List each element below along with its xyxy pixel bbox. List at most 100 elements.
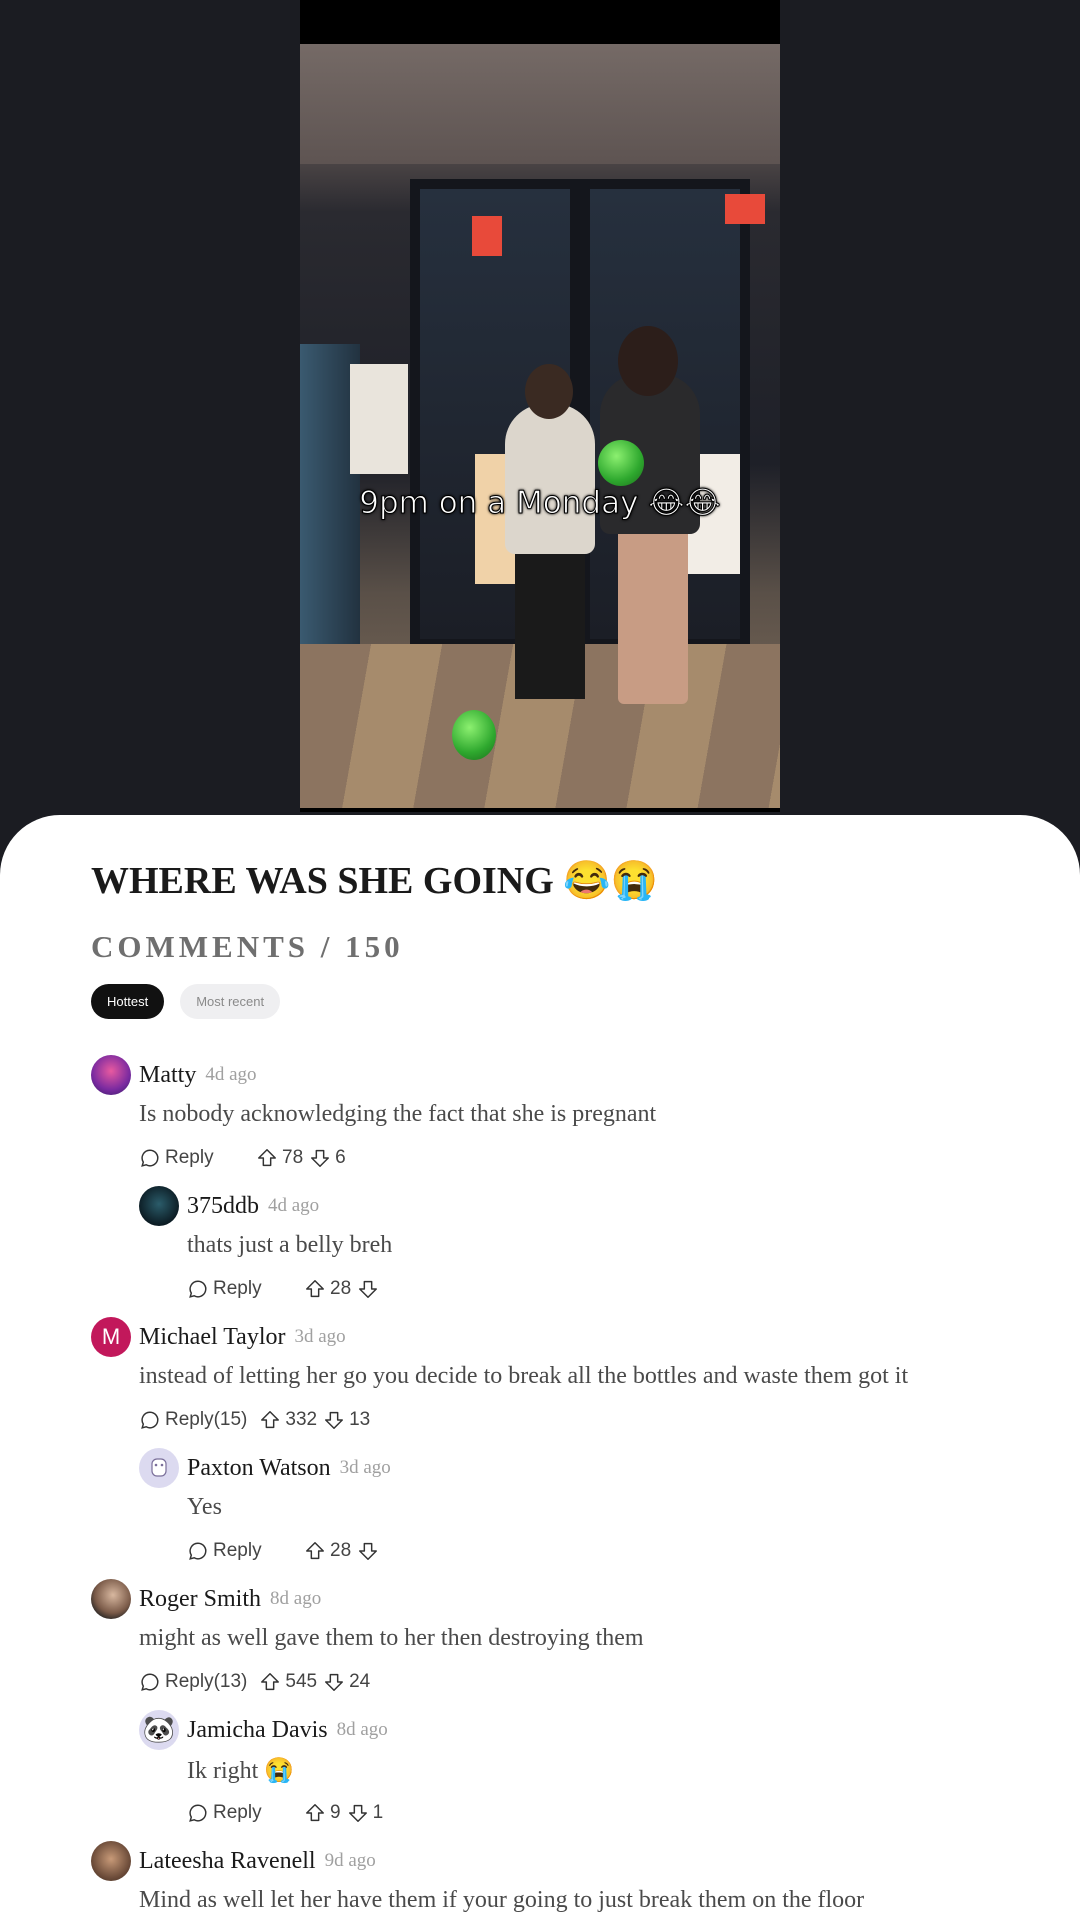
comment-actions: Reply 28 <box>187 1538 383 1564</box>
comment-text: instead of letting her go you decide to … <box>139 1363 909 1389</box>
downvote-arrow-icon <box>359 1280 378 1298</box>
downvote-count: 6 <box>335 1147 346 1168</box>
downvote-button[interactable]: 24 <box>323 1671 370 1693</box>
comment-text: Mind as well let her have them if your g… <box>139 1887 865 1913</box>
downvote-arrow-icon <box>325 1673 344 1691</box>
downvote-arrow-icon <box>311 1149 330 1167</box>
downvote-count: 1 <box>372 1802 384 1823</box>
upvote-arrow-icon <box>306 1804 324 1822</box>
comment-header: 🐼 Jamicha Davis 8d ago <box>139 1710 388 1750</box>
video-caption: 9pm on a Monday 😂😂 <box>359 485 721 522</box>
downvote-arrow-icon <box>359 1542 378 1560</box>
downvote-button[interactable]: 13 <box>323 1409 370 1431</box>
upvote-button[interactable]: 9 <box>304 1802 347 1824</box>
downvote-button[interactable] <box>357 1278 383 1300</box>
upvote-arrow-icon <box>258 1149 276 1167</box>
comment-actions: Reply 9 1 <box>187 1800 383 1826</box>
comment-actions: Reply(15) 332 13 <box>139 1407 370 1433</box>
comment-text: might as well gave them to her then dest… <box>139 1625 644 1651</box>
comment-actions: Reply(13) 545 24 <box>139 1669 370 1695</box>
comment-time: 9d ago <box>324 1850 376 1871</box>
panda-avatar-icon[interactable]: 🐼 <box>139 1710 179 1750</box>
comment-text: Ik right 😭 <box>187 1758 295 1784</box>
comment-header: 375ddb 4d ago <box>139 1186 319 1226</box>
upvote-button[interactable]: 332 <box>259 1409 323 1431</box>
reply-icon <box>141 1411 159 1429</box>
comment-header: Lateesha Ravenell 9d ago <box>91 1841 376 1881</box>
avatar[interactable] <box>91 1579 131 1619</box>
comment-time: 4d ago <box>268 1195 320 1216</box>
comment-time: 8d ago <box>270 1588 322 1609</box>
sort-tabs: Hottest Most recent <box>91 984 281 1019</box>
post-title: WHERE WAS SHE GOING 😂😭 <box>91 860 658 902</box>
comment-text: thats just a belly breh <box>187 1232 393 1258</box>
upvote-arrow-icon <box>261 1411 280 1429</box>
avatar[interactable]: M <box>91 1317 131 1357</box>
comment-author[interactable]: Lateesha Ravenell <box>139 1848 316 1875</box>
upvote-button[interactable]: 28 <box>304 1540 357 1562</box>
upvote-count: 28 <box>330 1540 352 1561</box>
sort-hottest-tab[interactable]: Hottest <box>91 984 165 1019</box>
upvote-arrow-icon <box>306 1542 324 1560</box>
downvote-arrow-icon <box>348 1804 367 1822</box>
comment-author[interactable]: Michael Taylor <box>139 1324 286 1351</box>
comments-count-heading: COMMENTS / 150 <box>91 929 404 964</box>
avatar[interactable] <box>91 1055 131 1095</box>
downvote-button[interactable] <box>357 1540 383 1562</box>
comments-sheet: WHERE WAS SHE GOING 😂😭 COMMENTS / 150 Ho… <box>0 815 1080 1920</box>
upvote-count: 28 <box>330 1278 352 1299</box>
comment-actions: Reply 28 <box>187 1276 383 1302</box>
comment-author[interactable]: Jamicha Davis <box>187 1717 328 1744</box>
reply-icon <box>141 1673 159 1691</box>
reply-label: Reply <box>165 1147 214 1168</box>
comment-time: 3d ago <box>339 1457 391 1478</box>
reply-icon <box>141 1149 159 1167</box>
upvote-arrow-icon <box>306 1280 324 1298</box>
reply-button[interactable]: Reply <box>187 1540 292 1562</box>
video-area: 9pm on a Monday 😂😂 <box>0 0 1080 816</box>
comment-header: Paxton Watson 3d ago <box>139 1448 391 1488</box>
comment-text: Is nobody acknowledging the fact that sh… <box>139 1101 657 1127</box>
reply-label: Reply(15) <box>165 1409 248 1430</box>
avatar[interactable] <box>139 1448 179 1488</box>
downvote-button[interactable]: 1 <box>347 1802 384 1824</box>
reply-icon <box>189 1280 207 1298</box>
upvote-arrow-icon <box>261 1673 280 1691</box>
comment-header: M Michael Taylor 3d ago <box>91 1317 346 1357</box>
sort-most-recent-tab[interactable]: Most recent <box>180 984 281 1019</box>
comment-header: Matty 4d ago <box>91 1055 257 1095</box>
comment-header: Roger Smith 8d ago <box>91 1579 321 1619</box>
reply-button[interactable]: Reply <box>187 1278 292 1300</box>
video-frame-image <box>300 44 780 808</box>
upvote-count: 332 <box>285 1409 318 1430</box>
comment-time: 3d ago <box>294 1326 346 1347</box>
comment-author[interactable]: Roger Smith <box>139 1586 261 1613</box>
reply-label: Reply <box>213 1540 262 1561</box>
comment-author[interactable]: 375ddb <box>187 1193 259 1220</box>
upvote-button[interactable]: 545 <box>259 1671 323 1693</box>
comment-time: 8d ago <box>336 1719 388 1740</box>
downvote-button[interactable]: 6 <box>309 1147 346 1169</box>
reply-label: Reply <box>213 1802 262 1823</box>
reply-button[interactable]: Reply <box>139 1147 244 1169</box>
downvote-count: 24 <box>349 1671 371 1692</box>
video-player[interactable]: 9pm on a Monday 😂😂 <box>300 0 780 812</box>
avatar[interactable] <box>91 1841 131 1881</box>
downvote-count: 13 <box>349 1409 371 1430</box>
reply-icon <box>189 1804 207 1822</box>
reply-button[interactable]: Reply <box>187 1802 292 1824</box>
reply-button[interactable]: Reply(15) <box>139 1409 247 1431</box>
comment-author[interactable]: Paxton Watson <box>187 1455 331 1482</box>
upvote-button[interactable]: 78 <box>256 1147 309 1169</box>
reply-icon <box>189 1542 207 1560</box>
reply-label: Reply <box>213 1278 262 1299</box>
upvote-count: 78 <box>282 1147 304 1168</box>
reply-button[interactable]: Reply(13) <box>139 1671 247 1693</box>
reply-label: Reply(13) <box>165 1671 248 1692</box>
comment-text: Yes <box>187 1494 222 1520</box>
upvote-button[interactable]: 28 <box>304 1278 357 1300</box>
upvote-count: 9 <box>330 1802 341 1823</box>
comment-actions: Reply 78 6 <box>139 1145 346 1171</box>
avatar[interactable] <box>139 1186 179 1226</box>
comment-author[interactable]: Matty <box>139 1062 196 1089</box>
